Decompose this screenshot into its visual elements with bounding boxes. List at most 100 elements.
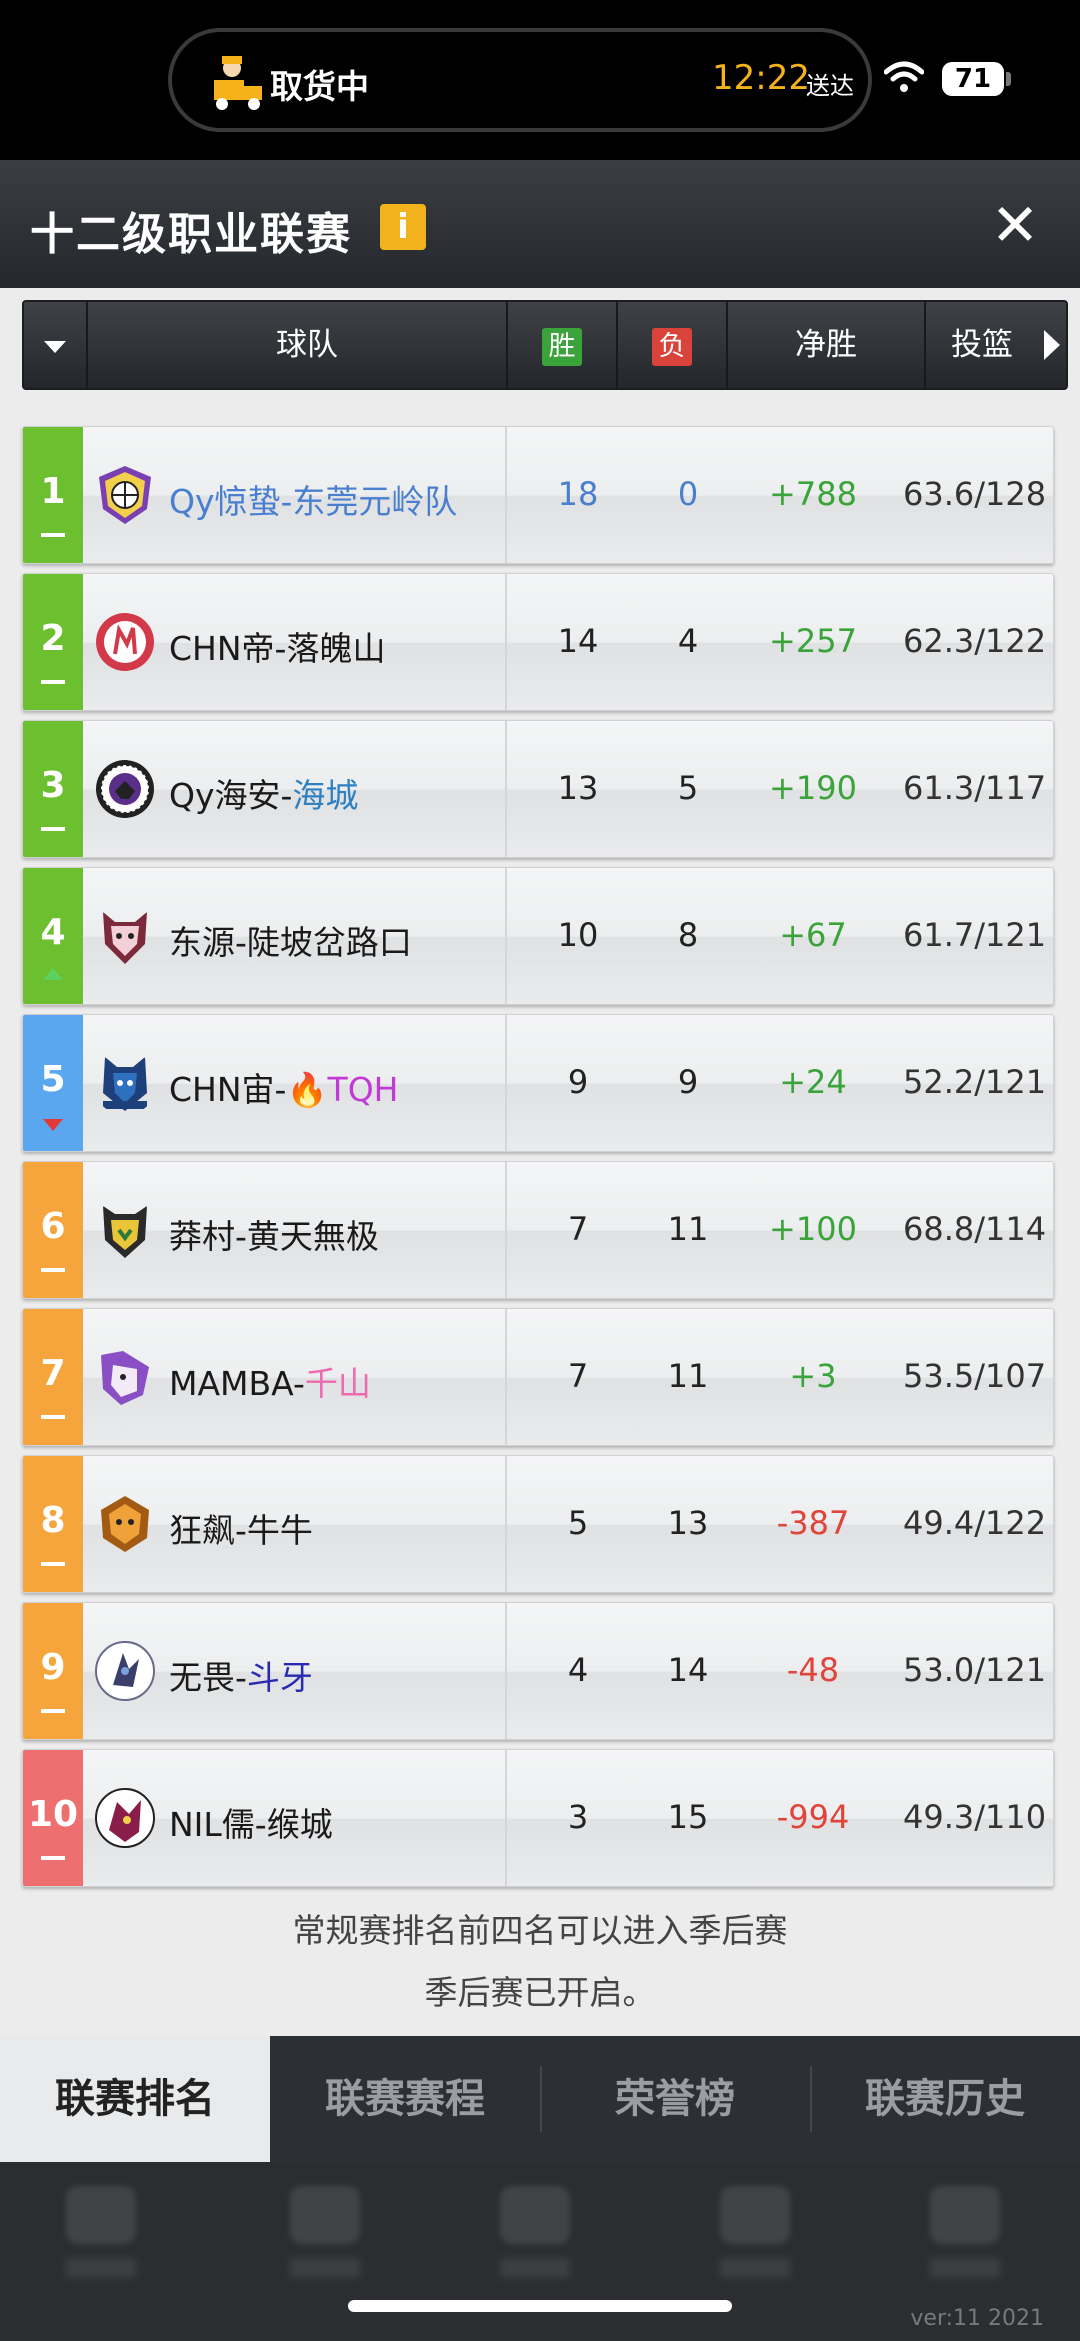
team-name: Qy海安-海城	[169, 769, 358, 817]
team-name: CHN帝-落魄山	[169, 629, 386, 668]
team-row-5[interactable]: 5 CHN宙-🔥TQH 9 9 +24 52.2/121	[22, 1014, 1054, 1152]
rank-box: 4	[23, 868, 83, 1004]
team-row-7[interactable]: 7 MAMBA-千山 7 11 +3 53.5/107	[22, 1308, 1054, 1446]
team-name-prefix: Qy海安-	[169, 776, 293, 815]
team-name: Qy惊蛰-东莞元岭队	[169, 482, 458, 521]
team-logo-icon	[101, 1496, 149, 1552]
divider	[505, 1162, 507, 1298]
rank-number: 10	[27, 1794, 79, 1835]
team-name: 狂飙-牛牛	[169, 1511, 313, 1550]
blurred-nav-icon	[480, 2162, 590, 2312]
team-logo-icon	[103, 912, 147, 964]
rank-unchanged-icon	[41, 680, 65, 684]
divider	[505, 1603, 507, 1739]
column-net[interactable]: 净胜	[728, 302, 924, 388]
divider	[505, 427, 507, 563]
rank-unchanged-icon	[41, 1709, 65, 1713]
team-row-8[interactable]: 8 狂飙-牛牛 5 13 -387 49.4/122	[22, 1455, 1054, 1593]
rank-number: 9	[40, 1647, 66, 1688]
rank-box: 5	[23, 1015, 83, 1151]
team-name-prefix: CHN宙-	[169, 1070, 287, 1109]
losses-value: 9	[677, 1063, 699, 1101]
team-logo-icon	[95, 1641, 155, 1701]
column-team[interactable]: 球队	[86, 302, 528, 388]
wins-value: 7	[567, 1210, 589, 1248]
column-shooting[interactable]: 投篮	[926, 302, 1038, 388]
divider	[505, 574, 507, 710]
team-name: NIL儒-缑城	[169, 1805, 333, 1844]
rank-number: 3	[40, 765, 66, 806]
rank-unchanged-icon	[41, 1268, 65, 1272]
shooting-value: 68.8/114	[903, 1210, 1047, 1248]
page-title: 十二级职业联赛	[30, 209, 352, 260]
blurred-nav-icon	[46, 2162, 156, 2312]
status-bar: 取货中 12:22 送达 71	[0, 0, 1080, 160]
shooting-value: 52.2/121	[903, 1063, 1047, 1101]
close-icon[interactable]: ✕	[990, 196, 1040, 254]
column-wins[interactable]: 胜	[508, 302, 616, 388]
rank-number: 1	[40, 471, 66, 512]
wins-value: 14	[557, 622, 599, 660]
divider	[505, 1309, 507, 1445]
wins-value: 10	[557, 916, 599, 954]
dynamic-island-delivery[interactable]: 取货中 12:22 送达	[168, 28, 872, 132]
shooting-value: 49.3/110	[903, 1798, 1047, 1836]
rank-box: 2	[23, 574, 83, 710]
eta-suffix: 送达	[806, 72, 854, 100]
team-row-4[interactable]: 4 东源-陡坡岔路口 10 8 +67 61.7/121	[22, 867, 1054, 1005]
rank-box: 6	[23, 1162, 83, 1298]
version-label: ver:11 2021	[910, 2306, 1044, 2331]
rank-box: 8	[23, 1456, 83, 1592]
tab-league-ranking[interactable]: 联赛排名	[0, 2036, 270, 2162]
losses-badge: 负	[652, 327, 692, 366]
net-value: +257	[769, 622, 857, 660]
net-value: +67	[779, 916, 847, 954]
wins-value: 3	[567, 1798, 589, 1836]
background-nav-bar: ver:11 2021	[0, 2162, 1080, 2341]
net-value: +24	[779, 1063, 847, 1101]
wifi-icon	[884, 61, 924, 92]
team-logo-icon	[95, 1788, 155, 1848]
team-row-6[interactable]: 6 莽村-黄天無极 7 11 +100 68.8/114	[22, 1161, 1054, 1299]
playoff-notice: 常规赛排名前四名可以进入季后赛	[292, 1911, 788, 1950]
team-name: CHN宙-🔥TQH	[169, 1063, 399, 1111]
rank-box: 3	[23, 721, 83, 857]
team-row-10[interactable]: 10 NIL儒-缑城 3 15 -994 49.3/110	[22, 1749, 1054, 1887]
losses-value: 11	[667, 1357, 709, 1395]
home-indicator[interactable]	[348, 2300, 732, 2312]
tab-honor-roll[interactable]: 荣誉榜	[540, 2036, 810, 2162]
playoff-status: 季后赛已开启。	[424, 1973, 656, 2012]
team-row-2[interactable]: 2 CHN帝-落魄山 14 4 +257 62.3/122	[22, 573, 1054, 711]
rank-unchanged-icon	[41, 827, 65, 831]
wins-value: 13	[557, 769, 599, 807]
team-name-prefix: 无畏-	[169, 1658, 247, 1697]
wins-badge: 胜	[542, 327, 582, 366]
sort-dropdown-button[interactable]	[24, 302, 86, 388]
divider	[505, 1750, 507, 1886]
scroll-right-icon[interactable]	[1044, 330, 1060, 360]
info-icon[interactable]: i	[380, 204, 426, 250]
team-row-3[interactable]: 3 Qy海安-海城 13 5 +190 61.3/117	[22, 720, 1054, 858]
rank-number: 2	[40, 618, 66, 659]
team-row-9[interactable]: 9 无畏-斗牙 4 14 -48 53.0/121	[22, 1602, 1054, 1740]
rank-box: 10	[23, 1750, 83, 1886]
team-name: 无畏-斗牙	[169, 1651, 313, 1699]
divider	[505, 868, 507, 1004]
divider	[505, 1456, 507, 1592]
caret-down-icon	[44, 340, 66, 353]
team-row-1[interactable]: 1 Qy惊蛰-东莞元岭队 18 0 +788 63.6/128	[22, 426, 1054, 564]
rank-number: 6	[40, 1206, 66, 1247]
team-name: 东源-陡坡岔路口	[169, 923, 412, 962]
column-losses[interactable]: 负	[618, 302, 726, 388]
losses-value: 4	[677, 622, 699, 660]
wins-value: 7	[567, 1357, 589, 1395]
tab-league-history[interactable]: 联赛历史	[810, 2036, 1080, 2162]
rank-unchanged-icon	[41, 1562, 65, 1566]
tab-league-schedule[interactable]: 联赛赛程	[270, 2036, 540, 2162]
rank-number: 7	[40, 1353, 66, 1394]
shooting-value: 61.7/121	[903, 916, 1047, 954]
team-name-suffix: 斗牙	[246, 1658, 313, 1697]
shooting-value: 53.0/121	[903, 1651, 1047, 1689]
rank-box: 7	[23, 1309, 83, 1445]
team-logo-icon	[103, 1206, 147, 1258]
